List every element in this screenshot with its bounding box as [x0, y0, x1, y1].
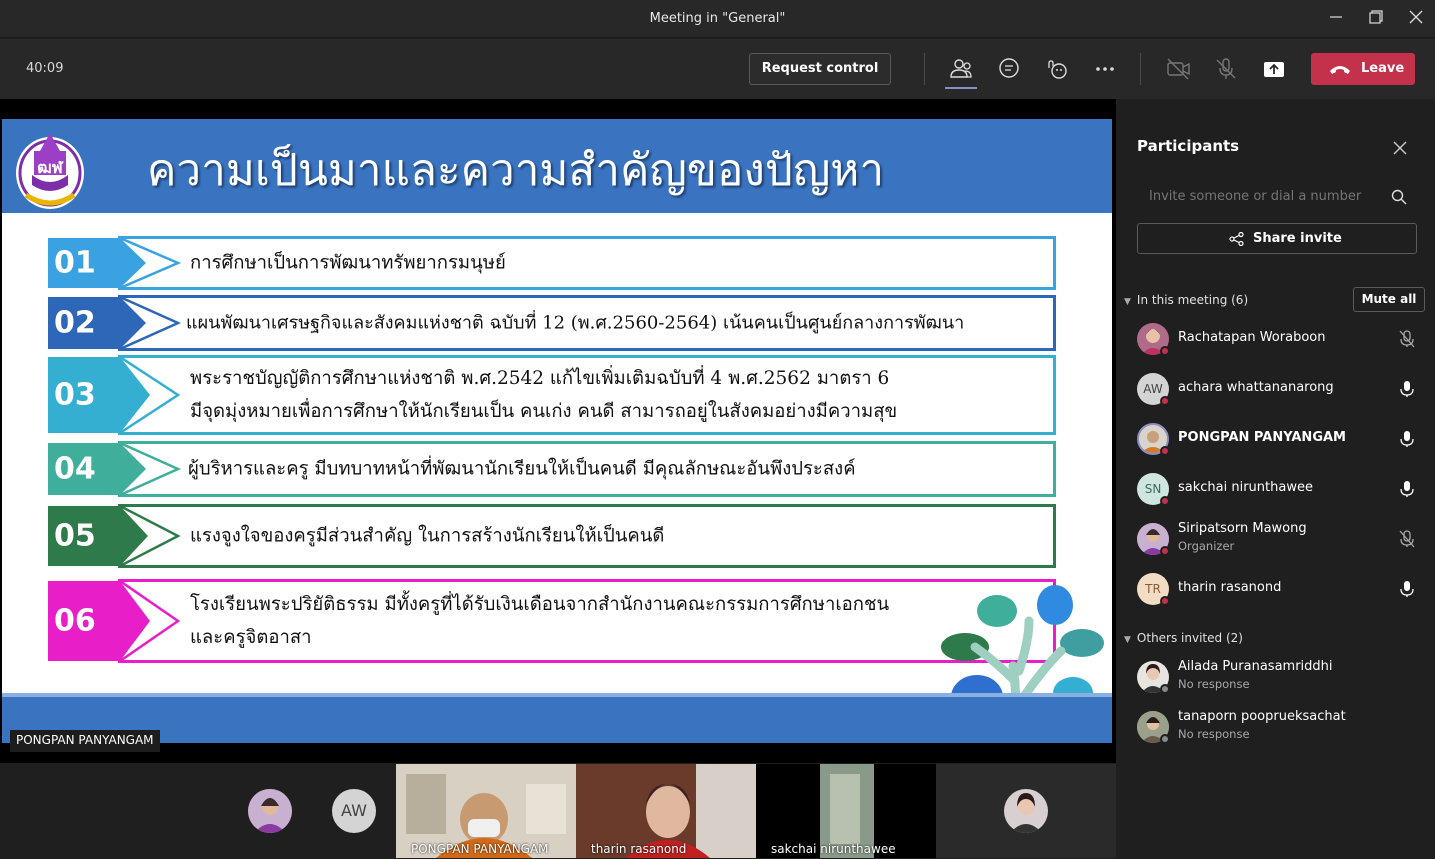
active-tab-indicator — [945, 87, 977, 89]
participants-panel: Participants Share invite ▼ In this meeti… — [1116, 99, 1435, 859]
video-tile[interactable] — [936, 764, 1116, 858]
slide-row-04: 04 ผู้บริหารและครู มีบทบาทหน้าที่พัฒนานั… — [48, 441, 1056, 497]
mute-all-button[interactable]: Mute all — [1353, 287, 1425, 312]
svg-text:ฒฬ: ฒฬ — [37, 158, 63, 177]
share-invite-label: Share invite — [1253, 231, 1342, 246]
chat-icon[interactable] — [995, 55, 1023, 83]
window-title: Meeting in "General" — [649, 11, 786, 26]
meeting-timer: 40:09 — [26, 61, 64, 76]
leave-label: Leave — [1361, 61, 1405, 76]
row-text: โรงเรียนพระปริยัติธรรม มีทั้งครูที่ได้รั… — [190, 594, 890, 648]
video-tile[interactable]: PONGPAN PANYANGAM — [396, 764, 576, 858]
video-gallery: AW PONGPAN PANYANGAM tharin rasanond sak… — [0, 763, 1116, 859]
in-meeting-label: In this meeting (6) — [1136, 293, 1249, 307]
restore-icon[interactable] — [1364, 8, 1388, 30]
more-icon[interactable] — [1091, 55, 1119, 83]
participant-row[interactable]: PONGPAN PANYANGAM — [1137, 417, 1427, 461]
mic-icon[interactable] — [1399, 480, 1415, 498]
camera-off-icon[interactable] — [1164, 55, 1192, 83]
invited-row[interactable]: Ailada Puranasamriddhi No response — [1137, 655, 1427, 699]
participant-row[interactable]: AW achara whattananarong — [1137, 367, 1427, 411]
phone-icon — [1330, 66, 1350, 74]
in-meeting-section-header[interactable]: ▼ In this meeting (6) — [1124, 293, 1248, 307]
gallery-avatar[interactable] — [248, 789, 292, 833]
search-icon[interactable] — [1391, 189, 1407, 205]
gallery-avatar[interactable]: AW — [332, 789, 376, 833]
mic-off-icon[interactable] — [1212, 55, 1240, 83]
presenter-name-tag: PONGPAN PANYANGAM — [10, 730, 160, 752]
participant-role: Organizer — [1178, 539, 1235, 553]
panel-title: Participants — [1137, 137, 1240, 155]
slide-row-05: 05 แรงจูงใจของครูมีส่วนสำคัญ ในการสร้างน… — [48, 504, 1056, 568]
leave-button[interactable]: Leave — [1311, 53, 1415, 85]
participant-status: No response — [1178, 727, 1250, 741]
mic-muted-icon[interactable] — [1399, 530, 1415, 548]
slide-row-03: 03 พระราชบัญญัติการศึกษาแห่งชาติ พ.ศ.254… — [48, 355, 1056, 435]
toolbar-divider — [1140, 53, 1141, 85]
participant-name: Ailada Puranasamriddhi — [1178, 659, 1333, 674]
slide-title: ความเป็นมาและความสำคัญของปัญหา — [147, 145, 885, 196]
shared-screen-stage: ฒฬ ความเป็นมาและความสำคัญของปัญหา 01 การ… — [0, 99, 1116, 763]
gallery-avatar — [1004, 789, 1048, 833]
shared-slide: ฒฬ ความเป็นมาและความสำคัญของปัญหา 01 การ… — [2, 119, 1112, 743]
participant-name: tanaporn pooprueksachat — [1178, 709, 1346, 724]
participant-name: sakchai nirunthawee — [1178, 480, 1313, 495]
mic-icon[interactable] — [1399, 580, 1415, 598]
request-control-button[interactable]: Request control — [749, 53, 891, 85]
video-tile[interactable]: sakchai nirunthawee — [756, 764, 936, 858]
participant-name: Rachatapan Woraboon — [1178, 330, 1326, 345]
row-text: แผนพัฒนาเศรษฐกิจและสังคมแห่งชาติ ฉบับที่… — [186, 312, 965, 334]
close-window-icon[interactable] — [1404, 8, 1428, 30]
slide-footer-bar — [2, 697, 1112, 743]
minimize-icon[interactable] — [1324, 8, 1348, 30]
participant-row[interactable]: Rachatapan Woraboon — [1137, 317, 1427, 361]
mic-icon[interactable] — [1399, 430, 1415, 448]
row-text: พระราชบัญญัติการศึกษาแห่งชาติ พ.ศ.2542 แ… — [190, 368, 898, 422]
video-tile-label: PONGPAN PANYANGAM — [411, 842, 549, 856]
participant-row[interactable]: Siripatsorn Mawong Organizer — [1137, 517, 1427, 561]
chevron-down-icon: ▼ — [1124, 635, 1131, 645]
participants-icon[interactable] — [947, 55, 975, 83]
meeting-toolbar: 40:09 Request control Leave — [0, 39, 1435, 99]
participant-name: tharin rasanond — [1178, 580, 1282, 595]
title-bar: Meeting in "General" — [0, 0, 1435, 38]
row-text: ผู้บริหารและครู มีบทบาทหน้าที่พัฒนานักเร… — [188, 458, 856, 480]
participant-row[interactable]: SN sakchai nirunthawee — [1137, 467, 1427, 511]
share-invite-button[interactable]: Share invite — [1137, 223, 1417, 254]
presence-badge — [1160, 596, 1170, 606]
presence-badge — [1160, 684, 1170, 694]
reactions-icon[interactable] — [1043, 55, 1071, 83]
row-text: แรงจูงใจของครูมีส่วนสำคัญ ในการสร้างนักเ… — [190, 525, 665, 547]
slide-row-06: 06 โรงเรียนพระปริยัติธรรม มีทั้งครูที่ได… — [48, 579, 1056, 663]
mic-icon[interactable] — [1399, 380, 1415, 398]
toolbar-divider — [924, 53, 925, 85]
presence-badge — [1160, 496, 1170, 506]
video-tile-label: tharin rasanond — [591, 842, 687, 856]
chevron-down-icon: ▼ — [1124, 297, 1131, 307]
others-invited-section-header[interactable]: ▼ Others invited (2) — [1124, 631, 1243, 645]
presence-badge — [1160, 546, 1170, 556]
slide-row-02: 02 แผนพัฒนาเศรษฐกิจและสังคมแห่งชาติ ฉบับ… — [48, 295, 1056, 351]
video-tile[interactable]: tharin rasanond — [576, 764, 756, 858]
participant-row[interactable]: TR tharin rasanond — [1137, 567, 1427, 611]
share-tray-icon[interactable] — [1260, 55, 1288, 83]
row-text: การศึกษาเป็นการพัฒนาทรัพยากรมนุษย์ — [190, 252, 506, 274]
participant-name: achara whattananarong — [1178, 380, 1334, 395]
university-logo-icon: ฒฬ — [16, 133, 84, 209]
presence-badge — [1160, 346, 1170, 356]
participant-name: PONGPAN PANYANGAM — [1178, 430, 1346, 445]
participant-status: No response — [1178, 677, 1250, 691]
mic-muted-icon[interactable] — [1399, 330, 1415, 348]
invite-search-input[interactable] — [1137, 181, 1417, 213]
presence-badge — [1160, 396, 1170, 406]
presence-badge — [1160, 734, 1170, 744]
close-icon[interactable] — [1391, 139, 1409, 157]
others-invited-label: Others invited (2) — [1136, 631, 1243, 645]
video-tile-label: sakchai nirunthawee — [771, 842, 896, 856]
presence-badge — [1160, 446, 1170, 456]
share-icon — [1229, 232, 1244, 246]
participant-name: Siripatsorn Mawong — [1178, 521, 1307, 536]
slide-row-01: 01 การศึกษาเป็นการพัฒนาทรัพยากรมนุษย์ — [48, 236, 1056, 290]
invited-row[interactable]: tanaporn pooprueksachat No response — [1137, 705, 1427, 749]
